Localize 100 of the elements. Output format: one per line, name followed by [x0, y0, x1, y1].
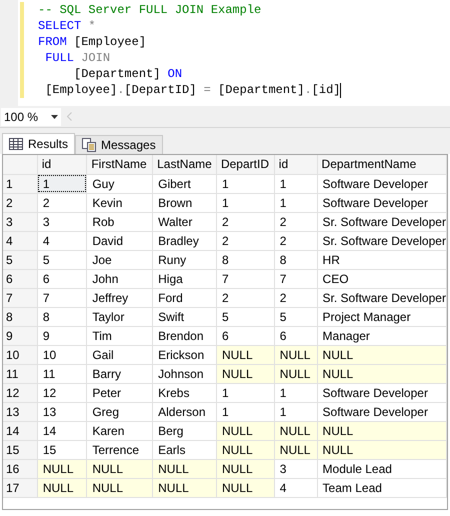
table-cell[interactable]: 7 — [274, 269, 318, 288]
row-number[interactable]: 4 — [3, 231, 38, 250]
table-cell[interactable]: 4 — [37, 231, 87, 250]
table-cell[interactable]: NULL — [317, 364, 446, 383]
table-cell[interactable]: Barry — [86, 364, 153, 383]
table-cell[interactable]: NULL — [37, 478, 87, 497]
table-cell[interactable]: 11 — [37, 364, 87, 383]
table-cell[interactable]: NULL — [216, 421, 274, 440]
table-cell[interactable]: 7 — [216, 269, 274, 288]
row-number[interactable]: 1 — [3, 174, 38, 193]
table-cell[interactable]: NULL — [37, 459, 87, 478]
table-cell[interactable]: 1 — [216, 193, 274, 212]
table-cell[interactable]: Terrence — [86, 440, 153, 459]
table-cell[interactable]: 1 — [216, 174, 274, 193]
scroll-left-icon[interactable] — [67, 112, 72, 121]
table-cell[interactable]: Greg — [86, 402, 153, 421]
table-cell[interactable]: Software Developer — [317, 174, 446, 193]
table-cell[interactable]: 14 — [37, 421, 87, 440]
table-cell[interactable]: 2 — [37, 193, 87, 212]
row-number[interactable]: 8 — [3, 307, 38, 326]
tab[interactable]: Messages — [75, 135, 163, 154]
table-cell[interactable]: David — [86, 231, 153, 250]
table-cell[interactable]: 4 — [274, 478, 318, 497]
table-cell[interactable]: 5 — [216, 307, 274, 326]
table-cell[interactable]: NULL — [152, 478, 216, 497]
table-cell[interactable]: NULL — [274, 364, 318, 383]
table-cell[interactable]: Sr. Software Developer — [317, 288, 446, 307]
table-cell[interactable]: HR — [317, 250, 446, 269]
table-cell[interactable]: 1 — [274, 402, 318, 421]
row-number[interactable]: 5 — [3, 250, 38, 269]
table-cell[interactable]: Peter — [86, 383, 153, 402]
row-number[interactable]: 11 — [3, 364, 38, 383]
table-cell[interactable]: NULL — [216, 440, 274, 459]
table-cell[interactable]: NULL — [317, 345, 446, 364]
table-cell[interactable]: 12 — [37, 383, 87, 402]
table-cell[interactable]: 2 — [274, 212, 318, 231]
table-cell[interactable]: Software Developer — [317, 193, 446, 212]
table-cell[interactable]: Taylor — [86, 307, 153, 326]
tab[interactable]: Results — [2, 133, 76, 154]
table-cell[interactable]: NULL — [274, 345, 318, 364]
table-cell[interactable]: 6 — [274, 326, 318, 345]
table-cell[interactable]: Alderson — [152, 402, 216, 421]
table-cell[interactable]: 1 — [274, 383, 318, 402]
table-cell[interactable]: Karen — [86, 421, 153, 440]
table-cell[interactable]: 5 — [274, 307, 318, 326]
table-cell[interactable]: 6 — [37, 269, 87, 288]
table-cell[interactable]: CEO — [317, 269, 446, 288]
table-cell[interactable]: Gibert — [152, 174, 216, 193]
table-cell[interactable]: Joe — [86, 250, 153, 269]
table-cell[interactable]: NULL — [216, 345, 274, 364]
table-cell[interactable]: NULL — [216, 459, 274, 478]
row-number[interactable]: 12 — [3, 383, 38, 402]
row-number[interactable]: 14 — [3, 421, 38, 440]
table-cell[interactable]: Ford — [152, 288, 216, 307]
row-number[interactable]: 7 — [3, 288, 38, 307]
row-number[interactable]: 3 — [3, 212, 38, 231]
table-cell[interactable]: Module Lead — [317, 459, 446, 478]
column-header[interactable]: DepartmentName — [317, 155, 446, 174]
table-cell[interactable]: Erickson — [152, 345, 216, 364]
table-cell[interactable]: 5 — [37, 250, 87, 269]
table-cell[interactable]: Walter — [152, 212, 216, 231]
row-number[interactable]: 9 — [3, 326, 38, 345]
table-cell[interactable]: NULL — [274, 421, 318, 440]
table-cell[interactable]: 3 — [37, 212, 87, 231]
table-cell[interactable]: NULL — [216, 364, 274, 383]
table-cell[interactable]: Guy — [86, 174, 153, 193]
table-cell[interactable]: 1 — [274, 174, 318, 193]
table-cell[interactable]: Runy — [152, 250, 216, 269]
zoom-dropdown[interactable]: 100 % — [1, 108, 61, 126]
table-cell[interactable]: Gail — [86, 345, 153, 364]
row-number[interactable]: 15 — [3, 440, 38, 459]
table-cell[interactable]: 1 — [216, 402, 274, 421]
row-number[interactable]: 16 — [3, 459, 38, 478]
row-number[interactable]: 6 — [3, 269, 38, 288]
row-number[interactable]: 13 — [3, 402, 38, 421]
column-header[interactable]: id — [37, 155, 87, 174]
table-cell[interactable]: NULL — [86, 478, 153, 497]
table-cell[interactable]: Brendon — [152, 326, 216, 345]
table-cell[interactable]: Rob — [86, 212, 153, 231]
table-cell[interactable]: NULL — [152, 459, 216, 478]
table-cell[interactable]: 2 — [216, 231, 274, 250]
table-cell[interactable]: Team Lead — [317, 478, 446, 497]
column-header[interactable]: DepartID — [216, 155, 274, 174]
table-cell[interactable]: NULL — [317, 421, 446, 440]
table-cell[interactable]: 7 — [37, 288, 87, 307]
table-cell[interactable]: NULL — [274, 440, 318, 459]
table-cell[interactable]: Software Developer — [317, 383, 446, 402]
table-cell[interactable]: John — [86, 269, 153, 288]
column-header[interactable]: FirstName — [86, 155, 153, 174]
table-cell[interactable]: NULL — [216, 478, 274, 497]
row-number[interactable]: 17 — [3, 478, 38, 497]
table-cell[interactable]: Krebs — [152, 383, 216, 402]
table-cell[interactable]: 1 — [37, 174, 87, 193]
table-cell[interactable]: Earls — [152, 440, 216, 459]
table-cell[interactable]: 13 — [37, 402, 87, 421]
table-cell[interactable]: Kevin — [86, 193, 153, 212]
table-cell[interactable]: 8 — [216, 250, 274, 269]
column-header[interactable]: id — [274, 155, 318, 174]
table-cell[interactable]: 15 — [37, 440, 87, 459]
column-header[interactable]: LastName — [152, 155, 216, 174]
